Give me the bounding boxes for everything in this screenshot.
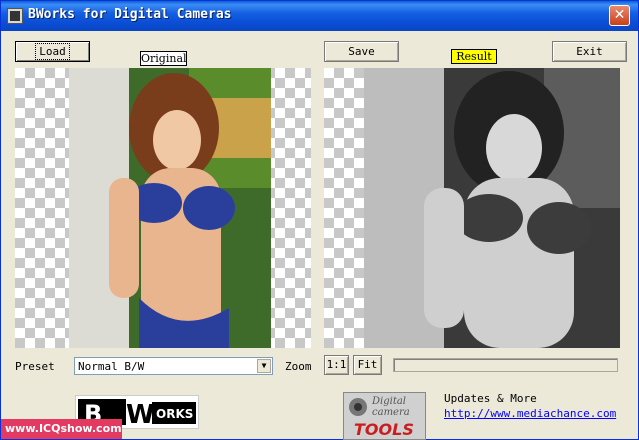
mediachance-link[interactable]: http://www.mediachance.com	[444, 407, 616, 420]
preset-label: Preset	[15, 360, 55, 373]
zoom-fit-button[interactable]: Fit	[353, 355, 382, 375]
dct-line2: camera	[372, 407, 410, 418]
dct-line3: TOOLS	[354, 420, 414, 439]
result-image-panel[interactable]	[324, 68, 620, 348]
zoom-1-1-button[interactable]: 1:1	[324, 355, 349, 375]
bw-logo-orks: ORKS	[156, 407, 193, 421]
watermark-text: www.ICQshow.com	[1, 419, 122, 439]
digital-camera-tools-logo: Digital camera TOOLS	[343, 392, 426, 440]
window-title: BWorks for Digital Cameras	[28, 7, 232, 22]
save-button[interactable]: Save	[324, 41, 399, 62]
result-tag: Result	[451, 49, 497, 64]
updates-label: Updates & More	[444, 392, 537, 405]
dct-line1: Digital	[371, 396, 406, 407]
bw-logo-w: W	[126, 400, 155, 428]
original-tag: Original	[140, 51, 187, 66]
title-bar[interactable]: BWorks for Digital Cameras ✕	[1, 1, 638, 31]
preset-select-value: Normal B/W	[78, 360, 145, 373]
load-button-label: Load	[35, 43, 70, 60]
preset-select[interactable]: Normal B/W ▼	[74, 357, 273, 375]
original-photo	[69, 68, 271, 348]
close-button[interactable]: ✕	[609, 5, 630, 26]
zoom-label: Zoom	[285, 360, 312, 373]
progress-bar	[393, 358, 618, 372]
chevron-down-icon[interactable]: ▼	[257, 359, 271, 373]
app-icon	[7, 8, 23, 24]
original-image-panel[interactable]	[15, 68, 311, 348]
exit-button[interactable]: Exit	[552, 41, 627, 62]
app-window: BWorks for Digital Cameras ✕ Load Origin…	[0, 0, 639, 440]
result-photo	[364, 68, 620, 348]
load-button[interactable]: Load	[15, 41, 90, 62]
